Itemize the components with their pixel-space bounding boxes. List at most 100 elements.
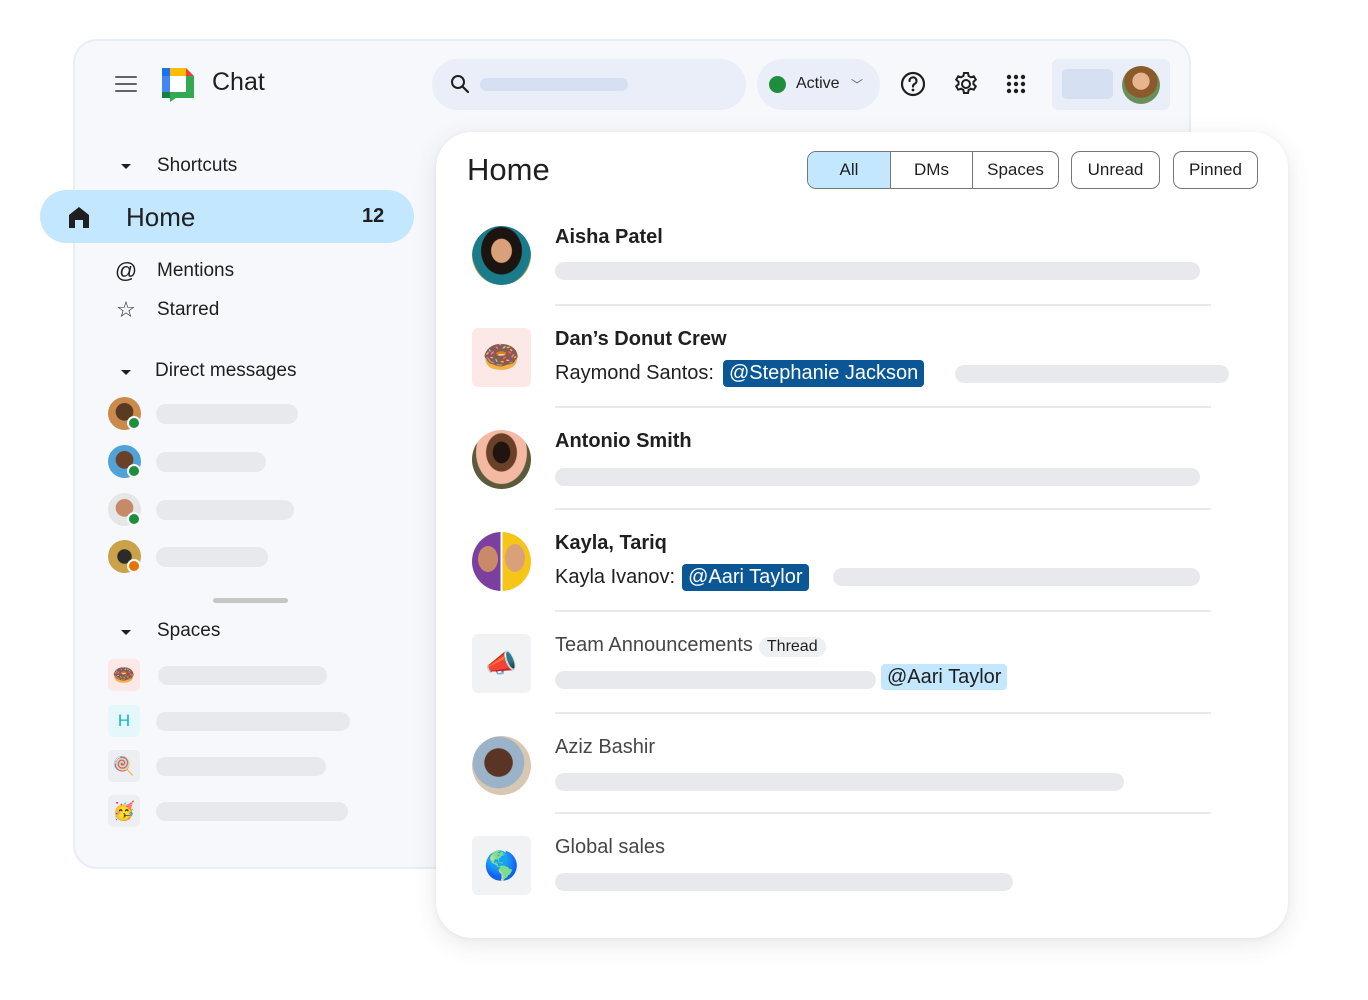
status-label: Active [796, 75, 840, 92]
party-face-icon: 🥳 [108, 795, 140, 827]
sidebar-item-mentions[interactable]: @ Mentions [110, 256, 360, 286]
filter-unread[interactable]: Unread [1071, 151, 1160, 189]
search-input[interactable] [432, 59, 746, 110]
sidebar-item-label: Starred [157, 299, 220, 320]
search-icon [451, 75, 470, 94]
status-dropdown[interactable]: Active ﹀ [757, 59, 880, 110]
conversation-name: Team Announcements Thread [555, 634, 826, 657]
conversation-name: Antonio Smith [555, 430, 692, 452]
sender-name: Kayla Ivanov: [555, 566, 676, 588]
message-placeholder [555, 671, 876, 689]
account-avatar[interactable] [1122, 66, 1160, 104]
thread-badge: Thread [758, 637, 826, 657]
account-area[interactable] [1052, 59, 1170, 110]
search-placeholder [480, 78, 628, 91]
name-placeholder [156, 452, 266, 472]
space-item[interactable]: 🍭 [108, 750, 408, 784]
avatar [472, 226, 531, 285]
message-placeholder [833, 568, 1200, 586]
dm-item[interactable] [108, 445, 408, 479]
star-icon: ☆ [116, 297, 136, 322]
name-placeholder [156, 712, 350, 731]
divider [555, 812, 1211, 814]
message-preview: @Aari Taylor [881, 664, 1008, 690]
sender-name: Raymond Santos: [555, 362, 714, 384]
account-placeholder [1062, 69, 1113, 99]
caret-down-icon[interactable] [121, 370, 131, 375]
sidebar-item-home[interactable]: Home 12 [40, 190, 414, 243]
apps-icon[interactable] [1002, 70, 1030, 98]
space-item[interactable]: H [108, 705, 408, 739]
divider [555, 508, 1211, 510]
mention-chip[interactable]: @Stephanie Jackson [722, 360, 925, 387]
status-active-icon [127, 416, 141, 430]
message-placeholder [555, 773, 1124, 791]
conversation-name: Aziz Bashir [555, 736, 656, 758]
divider [555, 304, 1211, 306]
conversation-item[interactable]: 🌎 Global sales [470, 836, 1230, 926]
status-active-dot [769, 76, 786, 93]
menu-icon[interactable] [115, 76, 137, 92]
space-item[interactable]: 🥳 [108, 795, 408, 829]
chevron-down-icon: ﹀ [851, 78, 864, 92]
mention-chip[interactable]: @Aari Taylor [881, 664, 1008, 690]
dm-item[interactable] [108, 493, 408, 527]
home-icon [69, 207, 89, 228]
status-active-icon [127, 512, 141, 526]
sidebar-scrollbar[interactable] [213, 598, 288, 603]
conversation-name: Global sales [555, 836, 666, 858]
conversation-name: Dan’s Donut Crew [555, 328, 727, 350]
donut-icon: 🍩 [472, 328, 531, 387]
divider [555, 406, 1211, 408]
divider [555, 610, 1211, 612]
home-unread-count: 12 [362, 205, 385, 227]
filter-spaces[interactable]: Spaces [972, 152, 1058, 188]
page-title: Home [467, 152, 550, 187]
caret-down-icon[interactable] [121, 164, 131, 169]
name-placeholder [156, 500, 294, 520]
space-item[interactable]: 🍩 [108, 659, 408, 693]
filter-segmented-control: All DMs Spaces [807, 151, 1059, 189]
name-placeholder [158, 666, 327, 685]
conversation-item[interactable]: 📣 Team Announcements Thread @Aari Taylor [470, 634, 1230, 724]
conversation-name: Aisha Patel [555, 226, 663, 248]
message-preview: Raymond Santos: @Stephanie Jackson [555, 360, 925, 387]
app-title: Chat [212, 68, 265, 96]
lollipop-icon: 🍭 [108, 750, 140, 782]
sidebar-item-starred[interactable]: ☆ Starred [110, 295, 360, 325]
home-label: Home [126, 202, 196, 232]
avatar [472, 430, 531, 489]
divider [555, 712, 1211, 714]
conversation-name: Kayla, Tariq [555, 532, 667, 554]
name-placeholder [156, 802, 348, 821]
dm-item[interactable] [108, 397, 408, 431]
name-placeholder [156, 404, 298, 424]
mention-icon: @ [114, 258, 138, 283]
message-placeholder [955, 365, 1229, 383]
name-placeholder [156, 547, 268, 567]
dm-item[interactable] [108, 540, 408, 574]
shortcuts-header[interactable]: Shortcuts [157, 155, 237, 177]
message-placeholder [555, 468, 1200, 486]
conversation-item[interactable]: 🍩 Dan’s Donut Crew Raymond Santos: @Step… [470, 328, 1230, 418]
message-preview: Kayla Ivanov: @Aari Taylor [555, 564, 809, 591]
message-placeholder [555, 873, 1013, 891]
conversation-item[interactable]: Kayla, Tariq Kayla Ivanov: @Aari Taylor [470, 532, 1230, 622]
conversation-item[interactable]: Antonio Smith [470, 430, 1230, 520]
spaces-header[interactable]: Spaces [157, 620, 220, 642]
filter-all[interactable]: All [808, 152, 890, 188]
chat-logo-icon [162, 68, 194, 102]
filter-dms[interactable]: DMs [890, 152, 972, 188]
conversation-name-text: Team Announcements [555, 634, 753, 656]
sidebar-item-label: Mentions [157, 260, 235, 281]
caret-down-icon[interactable] [121, 630, 131, 635]
settings-icon[interactable] [952, 70, 980, 98]
help-icon[interactable] [899, 70, 927, 98]
conversation-item[interactable]: Aisha Patel [470, 226, 1230, 316]
mention-chip[interactable]: @Aari Taylor [682, 564, 809, 591]
direct-messages-header[interactable]: Direct messages [155, 360, 297, 382]
name-placeholder [156, 757, 326, 776]
status-away-icon [127, 559, 141, 573]
filter-pinned[interactable]: Pinned [1173, 151, 1258, 189]
message-placeholder [555, 262, 1200, 280]
